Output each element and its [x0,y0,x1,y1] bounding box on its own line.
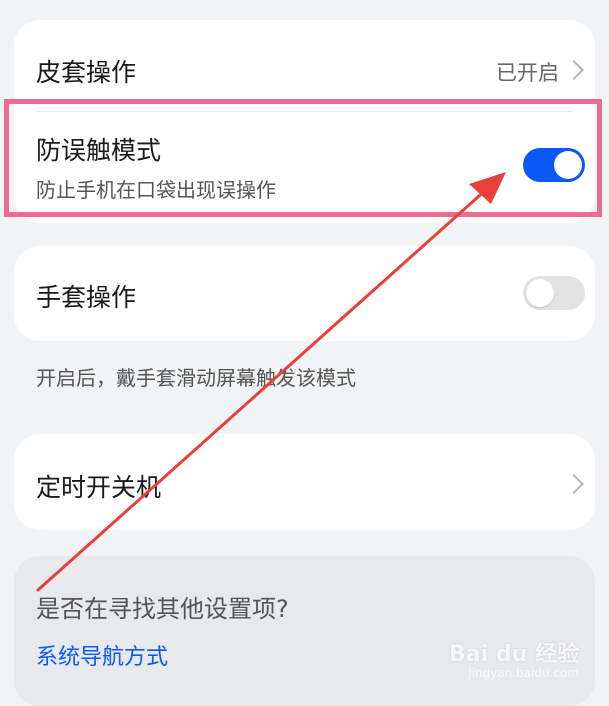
chevron-right-icon [564,60,584,80]
chevron-right-icon [564,474,584,494]
system-navigation-link[interactable]: 系统导航方式 [36,639,168,671]
watermark-url: jingyan.baidu.com [468,666,579,680]
toggle-knob [554,151,582,179]
toggle-knob [526,279,554,307]
glove-mode-toggle[interactable] [523,276,585,310]
watermark-logo: Bai du 经验 [449,642,579,667]
glove-mode-hint: 开启后，戴手套滑动屏幕触发该模式 [36,366,356,390]
glove-mode-label: 手套操作 [36,283,137,312]
glove-mode-row[interactable]: 手套操作 [14,246,595,341]
scheduled-power-row[interactable]: 定时开关机 [14,434,595,530]
cover-mode-label: 皮套操作 [36,58,137,87]
settings-card-glove: 手套操作 [14,246,595,341]
cover-mode-row[interactable]: 皮套操作 已开启 [14,20,595,116]
scheduled-power-label: 定时开关机 [36,473,162,502]
anti-touch-label: 防误触模式 [36,136,162,165]
suggestion-title: 是否在寻找其他设置项? [36,595,289,623]
anti-touch-description: 防止手机在口袋出现误操作 [36,178,276,202]
settings-card-cover: 皮套操作 已开启 防误触模式 防止手机在口袋出现误操作 [14,20,595,223]
anti-touch-row[interactable]: 防误触模式 防止手机在口袋出现误操作 [14,116,595,222]
settings-card-scheduled-power: 定时开关机 [14,434,595,530]
cover-mode-status: 已开启 [496,61,559,85]
divider [36,111,573,112]
suggestion-card: 是否在寻找其他设置项? 系统导航方式 [14,556,595,706]
anti-touch-toggle[interactable] [523,148,585,182]
